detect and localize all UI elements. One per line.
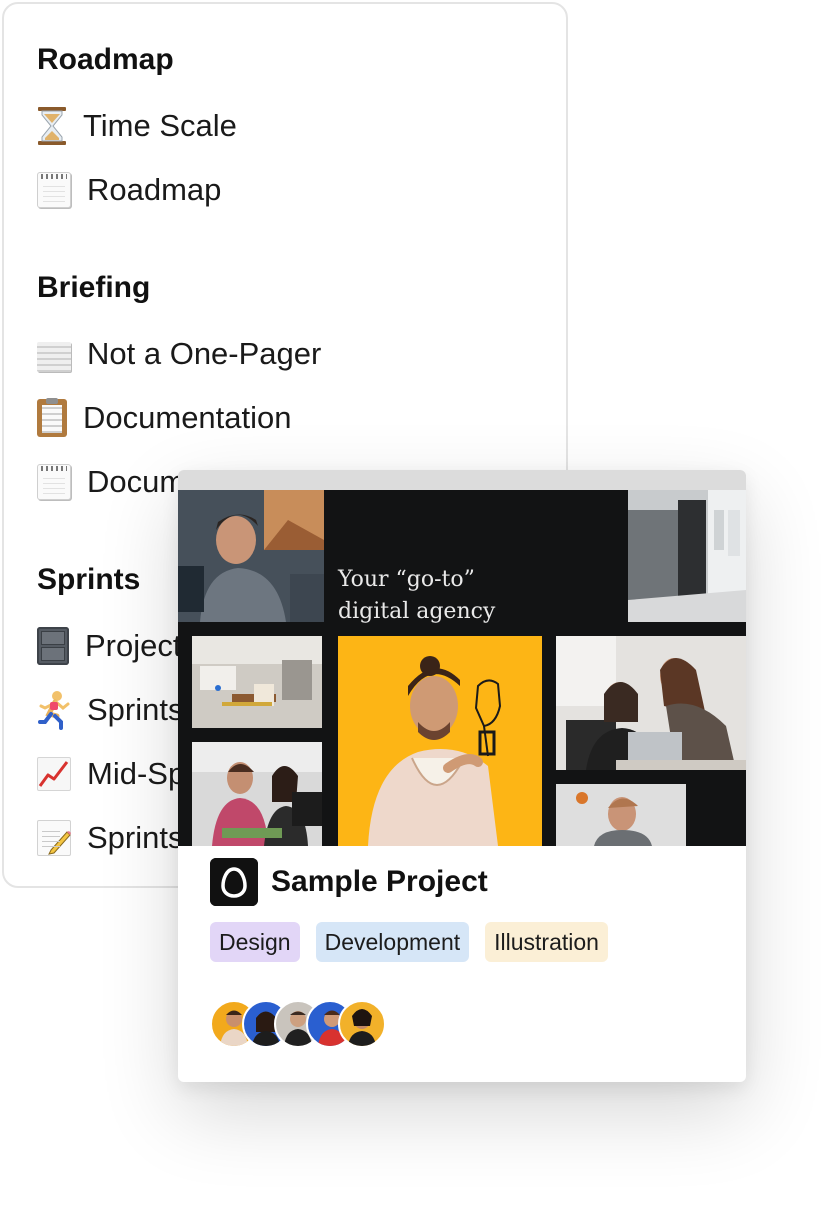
memo-icon bbox=[37, 820, 71, 856]
sidebar-item-projects[interactable]: Projects bbox=[37, 624, 197, 668]
sidebar-item-sprints-2[interactable]: Sprints bbox=[37, 816, 183, 860]
sidebar-item-documentation[interactable]: Documentation bbox=[37, 396, 292, 440]
file-cabinet-icon bbox=[37, 627, 69, 665]
photo-office-corridor bbox=[628, 490, 746, 622]
spiral-notepad-icon bbox=[37, 464, 71, 500]
photo-featured-person bbox=[338, 636, 542, 846]
egg-logo-icon bbox=[210, 858, 258, 906]
sidebar-item-label: Time Scale bbox=[83, 108, 237, 143]
photo-desk-pair bbox=[192, 742, 322, 846]
project-title[interactable]: Sample Project bbox=[271, 863, 488, 901]
tag-illustration[interactable]: Illustration bbox=[485, 922, 608, 962]
photo-team-laptop bbox=[556, 636, 746, 770]
cover-image: Your “go-to” digital agency bbox=[178, 490, 746, 846]
cover-tagline: Your “go-to” digital agency bbox=[338, 567, 496, 624]
section-title-briefing: Briefing bbox=[37, 271, 151, 304]
sidebar-item-label: Documentation bbox=[83, 400, 292, 435]
clipboard-icon bbox=[37, 398, 67, 437]
sidebar-item-label: Sprints bbox=[87, 820, 184, 855]
spiral-calendar-icon bbox=[37, 172, 71, 208]
stage: Roadmap Time Scale Roadmap Briefing Not … bbox=[0, 0, 826, 1218]
page-icon bbox=[37, 342, 71, 372]
sidebar-item-time-scale[interactable]: Time Scale bbox=[37, 104, 237, 148]
chart-increasing-icon bbox=[37, 757, 71, 791]
tag-development[interactable]: Development bbox=[315, 922, 470, 962]
cover-top-strip bbox=[178, 470, 746, 490]
sidebar-item-not-a-one-pager[interactable]: Not a One-Pager bbox=[37, 332, 321, 376]
tag-design[interactable]: Design bbox=[210, 922, 300, 962]
photo-smiling-man bbox=[556, 784, 686, 846]
project-card[interactable]: Your “go-to” digital agency Sample Proje… bbox=[178, 470, 746, 1082]
sidebar-item-label: Roadmap bbox=[87, 172, 222, 207]
sidebar-item-label: Not a One-Pager bbox=[87, 336, 322, 371]
avatar[interactable] bbox=[338, 1000, 386, 1048]
section-title-sprints: Sprints bbox=[37, 563, 141, 596]
photo-office-room bbox=[192, 636, 322, 728]
hourglass-icon bbox=[37, 106, 67, 146]
tag-list: Design Development Illustration bbox=[210, 922, 608, 962]
runner-icon bbox=[37, 690, 71, 730]
sidebar-item-label: Sprints bbox=[87, 692, 184, 727]
sidebar-item-roadmap[interactable]: Roadmap bbox=[37, 168, 221, 212]
section-title-roadmap: Roadmap bbox=[37, 43, 174, 76]
sidebar-item-sprints[interactable]: Sprints bbox=[37, 688, 183, 732]
photo-man-laptop bbox=[178, 490, 324, 622]
